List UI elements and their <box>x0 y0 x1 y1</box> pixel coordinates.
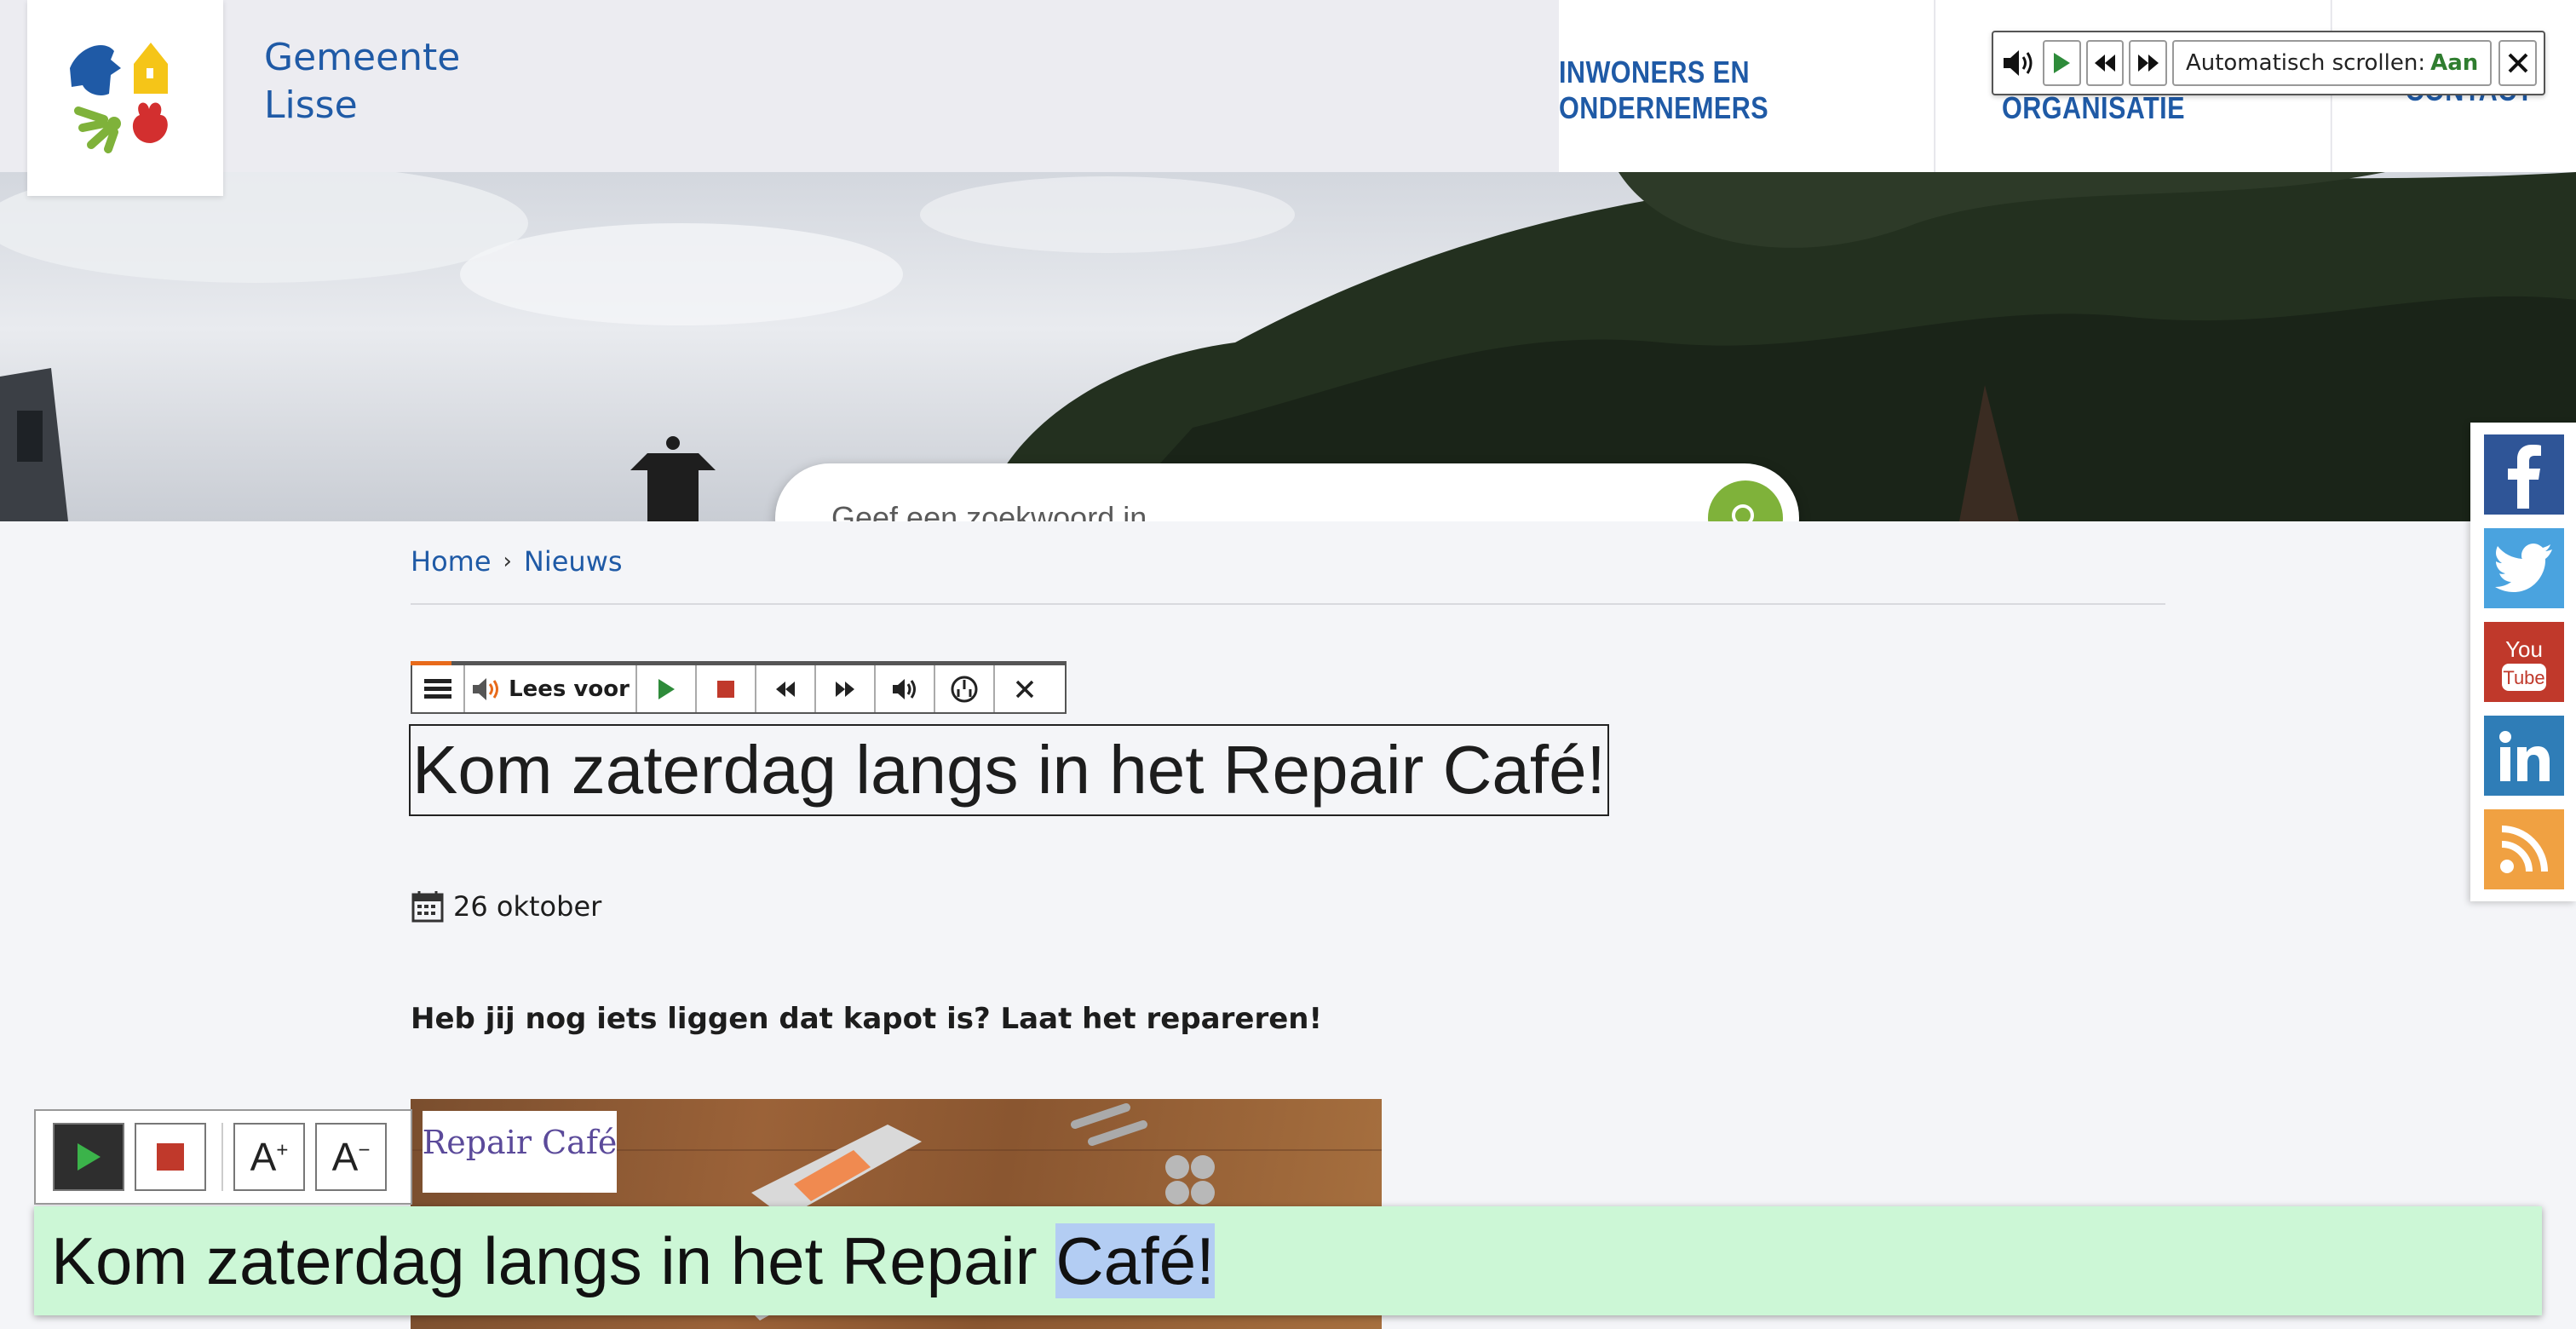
font-increase-label: A+ <box>250 1135 289 1179</box>
readspeaker-toolbar: Lees voor <box>411 661 1067 714</box>
reader-toolbar: A+ A− <box>34 1109 412 1205</box>
readspeaker-rewind-button[interactable] <box>756 665 816 712</box>
speaker-icon <box>2003 50 2033 76</box>
autoscroll-toggle[interactable]: Automatisch scrollen: Aan <box>2171 40 2493 86</box>
article-date: 26 oktober <box>411 889 601 923</box>
search-input[interactable] <box>830 463 1596 521</box>
volume-icon <box>893 678 916 699</box>
reader-text-before: Kom zaterdag langs in het Repair <box>51 1223 1056 1298</box>
social-sidebar: You Tube <box>2470 423 2576 901</box>
readspeaker-play-button[interactable] <box>637 665 697 712</box>
readspeaker-forward-button[interactable] <box>816 665 876 712</box>
autoscroll-close-button[interactable] <box>2498 40 2537 86</box>
breadcrumb: Home › Nieuws <box>411 545 623 578</box>
repair-cafe-logo-text: Repair Café <box>423 1124 618 1161</box>
font-decrease-button[interactable]: A− <box>315 1123 387 1191</box>
rss-icon <box>2500 826 2548 873</box>
readspeaker-menu-button[interactable] <box>412 665 465 712</box>
divider <box>411 603 2165 605</box>
linkedin-icon <box>2499 731 2550 781</box>
article-lead: Heb jij nog iets liggen dat kapot is? La… <box>411 1002 1322 1036</box>
chevron-right-icon: › <box>503 549 512 574</box>
readspeaker-speed-button[interactable] <box>935 665 995 712</box>
breadcrumb-nieuws[interactable]: Nieuws <box>524 545 623 578</box>
forward-icon <box>2137 55 2159 72</box>
toolbar-separator <box>221 1123 223 1191</box>
stop-icon <box>157 1143 184 1171</box>
twitter-icon <box>2495 544 2552 592</box>
autoscroll-forward-button[interactable] <box>2129 40 2167 86</box>
stop-icon <box>717 680 734 698</box>
rewind-icon <box>2094 55 2115 72</box>
font-decrease-letter: A <box>331 1135 359 1179</box>
rss-button[interactable] <box>2484 809 2564 889</box>
page-title: Kom zaterdag langs in het Repair Café! <box>409 724 1609 816</box>
font-decrease-label: A− <box>331 1135 371 1179</box>
search-icon <box>1732 504 1754 521</box>
reader-text-highlight: Café! <box>1055 1223 1215 1298</box>
play-icon <box>658 678 675 699</box>
site-name-line1: Gemeente <box>264 36 461 79</box>
speaker-button[interactable] <box>2000 40 2038 86</box>
play-icon <box>2054 53 2071 73</box>
reader-text-panel: Kom zaterdag langs in het Repair Café! <box>34 1206 2542 1315</box>
readspeaker-stop-button[interactable] <box>697 665 756 712</box>
linkedin-button[interactable] <box>2484 716 2564 796</box>
twitter-button[interactable] <box>2484 528 2564 608</box>
readspeaker-volume-button[interactable] <box>876 665 935 712</box>
calendar-icon <box>411 891 444 923</box>
reader-text: Kom zaterdag langs in het Repair Café! <box>51 1223 1215 1300</box>
play-icon <box>78 1143 101 1171</box>
reader-stop-button[interactable] <box>135 1123 206 1191</box>
close-icon <box>1015 680 1034 698</box>
rewind-icon <box>776 681 795 697</box>
reader-play-button[interactable] <box>53 1123 124 1191</box>
autoscroll-toolbar: Automatisch scrollen: Aan <box>1992 31 2545 95</box>
youtube-icon: You Tube <box>2502 636 2546 691</box>
lees-voor-button[interactable]: Lees voor <box>465 665 637 712</box>
menu-icon <box>424 678 451 699</box>
font-increase-letter: A <box>250 1135 277 1179</box>
autoscroll-value: Aan <box>2430 50 2479 76</box>
site-name[interactable]: Gemeente Lisse <box>264 34 460 129</box>
search-bar <box>775 463 1799 521</box>
lees-voor-label: Lees voor <box>509 676 630 702</box>
svg-text:Tube: Tube <box>2503 667 2544 688</box>
breadcrumb-home[interactable]: Home <box>411 545 492 578</box>
youtube-button[interactable]: You Tube <box>2484 622 2564 702</box>
autoscroll-rewind-button[interactable] <box>2085 40 2125 86</box>
gemeente-lisse-logo[interactable] <box>27 0 223 196</box>
speed-icon <box>951 676 978 702</box>
article-date-text: 26 oktober <box>453 890 602 923</box>
facebook-button[interactable] <box>2484 434 2564 515</box>
search-button[interactable] <box>1708 480 1783 521</box>
logo-icon <box>70 43 168 153</box>
forward-icon <box>836 681 854 697</box>
close-icon <box>2508 53 2528 73</box>
hero-banner <box>0 172 2576 521</box>
nav-item-inwoners[interactable]: INWONERS EN ONDERNEMERS <box>1559 0 1936 172</box>
autoscroll-play-button[interactable] <box>2042 40 2081 86</box>
autoscroll-label: Automatisch scrollen: <box>2185 50 2426 76</box>
speaker-icon <box>473 677 499 700</box>
font-increase-button[interactable]: A+ <box>233 1123 305 1191</box>
svg-text:You: You <box>2505 636 2543 662</box>
site-name-line2: Lisse <box>264 83 358 127</box>
facebook-icon <box>2508 445 2541 509</box>
readspeaker-close-button[interactable] <box>995 665 1055 712</box>
